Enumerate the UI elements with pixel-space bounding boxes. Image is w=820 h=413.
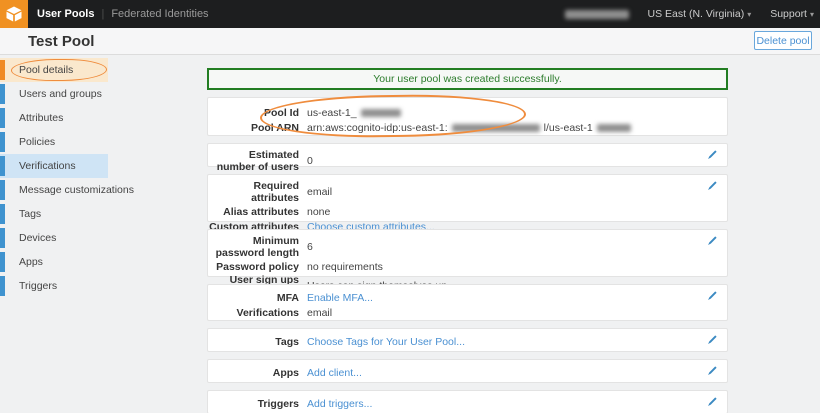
sidebar: Pool details Users and groups Attributes…	[0, 58, 190, 298]
pool-id-value: us-east-1_	[307, 107, 401, 119]
add-client-link[interactable]: Add client...	[307, 367, 362, 379]
success-message: Your user pool was created successfully.	[373, 73, 562, 85]
pool-id-label: Pool Id	[208, 107, 299, 119]
success-banner: Your user pool was created successfully.	[207, 68, 728, 90]
delete-pool-button[interactable]: Delete pool	[754, 31, 812, 50]
top-navbar: User Pools | Federated Identities US Eas…	[0, 0, 820, 28]
aws-cognito-logo-icon[interactable]	[0, 0, 28, 28]
edit-pencil-icon[interactable]	[707, 149, 718, 160]
sidebar-item-devices[interactable]: Devices	[0, 226, 108, 250]
sidebar-item-users-and-groups[interactable]: Users and groups	[0, 82, 108, 106]
tab-indicator	[0, 180, 5, 200]
pool-arn-label: Pool ARN	[208, 122, 299, 134]
redacted-account-name[interactable]	[565, 10, 629, 19]
pool-id-row: Pool Id us-east-1_	[208, 105, 727, 120]
add-triggers-link[interactable]: Add triggers...	[307, 398, 372, 410]
main-content: Your user pool was created successfully.…	[207, 55, 728, 413]
triggers-card: Triggers Add triggers...	[207, 390, 728, 413]
edit-pencil-icon[interactable]	[707, 235, 718, 246]
page-title: Test Pool	[28, 33, 94, 50]
tab-indicator	[0, 156, 5, 176]
nav-federated-identities[interactable]: Federated Identities	[111, 8, 208, 20]
pool-arn-row: Pool ARN arn:aws:cognito-idp:us-east-1: …	[208, 120, 727, 135]
choose-tags-link[interactable]: Choose Tags for Your User Pool...	[307, 336, 465, 348]
tab-indicator	[0, 204, 5, 224]
region-selector[interactable]: US East (N. Virginia)▾	[648, 8, 752, 20]
tab-indicator	[0, 108, 5, 128]
pool-arn-value: arn:aws:cognito-idp:us-east-1: l/us-east…	[307, 122, 631, 134]
sidebar-item-verifications[interactable]: Verifications	[0, 154, 108, 178]
tab-indicator	[0, 84, 5, 104]
tags-card: Tags Choose Tags for Your User Pool...	[207, 328, 728, 352]
edit-pencil-icon[interactable]	[707, 365, 718, 376]
tab-indicator	[0, 228, 5, 248]
sidebar-item-message-customizations[interactable]: Message customizations	[0, 178, 108, 202]
nav-separator: |	[101, 8, 104, 20]
sidebar-item-policies[interactable]: Policies	[0, 130, 108, 154]
password-policy-card: Minimum password length 6 Password polic…	[207, 229, 728, 277]
chevron-down-icon: ▾	[810, 10, 814, 19]
support-menu[interactable]: Support▾	[770, 8, 814, 20]
tab-indicator	[0, 252, 5, 272]
pool-info-card: Pool Id us-east-1_ Pool ARN arn:aws:cogn…	[207, 97, 728, 136]
apps-card: Apps Add client...	[207, 359, 728, 383]
attributes-card: Required attributes email Alias attribut…	[207, 174, 728, 222]
enable-mfa-link[interactable]: Enable MFA...	[307, 292, 373, 304]
sidebar-item-tags[interactable]: Tags	[0, 202, 108, 226]
sidebar-item-attributes[interactable]: Attributes	[0, 106, 108, 130]
edit-pencil-icon[interactable]	[707, 396, 718, 407]
sidebar-item-pool-details[interactable]: Pool details	[0, 58, 108, 82]
tab-indicator	[0, 132, 5, 152]
estimated-users-card: Estimated number of users 0	[207, 143, 728, 167]
edit-pencil-icon[interactable]	[707, 180, 718, 191]
chevron-down-icon: ▾	[747, 10, 751, 19]
redacted-pool-id	[361, 109, 401, 117]
tab-indicator	[0, 276, 5, 296]
edit-pencil-icon[interactable]	[707, 290, 718, 301]
redacted-account-id	[452, 124, 540, 132]
active-tab-indicator	[0, 60, 5, 80]
redacted-pool-suffix	[597, 124, 631, 132]
edit-pencil-icon[interactable]	[707, 334, 718, 345]
cube-icon	[4, 4, 24, 24]
sidebar-item-apps[interactable]: Apps	[0, 250, 108, 274]
page-header: Test Pool Delete pool	[0, 28, 820, 55]
mfa-card: MFA Enable MFA... Verifications email	[207, 284, 728, 321]
nav-user-pools[interactable]: User Pools	[37, 8, 94, 20]
sidebar-item-triggers[interactable]: Triggers	[0, 274, 108, 298]
